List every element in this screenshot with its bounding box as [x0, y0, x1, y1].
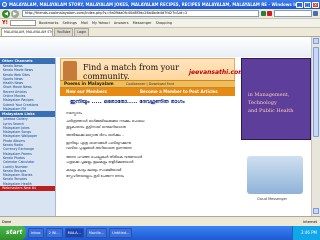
toolbar-answers[interactable]: Answers: [114, 21, 129, 25]
right-ad-line2: Technology: [248, 100, 277, 106]
tab-youtube[interactable]: YouTube: [54, 28, 74, 36]
toolbar-search-input[interactable]: [9, 20, 36, 26]
become-member-link[interactable]: Become a Member to Post Articles: [140, 89, 218, 94]
taskbar-item[interactable]: Untitled...: [109, 228, 133, 238]
forward-button[interactable]: ▶: [11, 9, 19, 18]
taskbar-item[interactable]: Inbox: [28, 228, 44, 238]
close-button[interactable]: ×: [312, 1, 319, 8]
stop-icon[interactable]: [267, 11, 272, 16]
poem-line: പതുക്കെ പൂക്കളും ഇലകളും തളിർക്കുമ്പോൾ: [66, 160, 134, 165]
toolbar-my-yahoo[interactable]: My Yahoo!: [92, 21, 110, 25]
right-column: in Management, Technology and Public Hea…: [241, 58, 311, 216]
toolbar-bookmarks[interactable]: Bookmarks: [39, 21, 59, 25]
taskbar-item[interactable]: 2 Wi...: [45, 228, 63, 238]
toolbar-mail[interactable]: Mail: [81, 21, 88, 25]
poem-line: അതിലേക്കു മറ്റൊരു ദിനം ഓർക്കും ..: [66, 132, 125, 137]
article-title: ഇനിയും ..... ഒരോരോ..... ദേവഗുണിത രാഗം: [70, 99, 185, 105]
banner-headline-line1: Find a match from your: [83, 63, 180, 72]
taskbar-item[interactable]: Mozilla...: [85, 228, 108, 238]
poem-line: കൂട്ടുകാരനും കൂട്ടിനായ് ഒന്നുമറിയാതെ: [66, 124, 127, 129]
banner-brand: jeevansathi.com: [189, 69, 245, 76]
tab-login[interactable]: Login: [74, 28, 90, 36]
right-ad-line1: in Management,: [248, 92, 290, 98]
nav-links-other: Kerala News Kerala Movie News Kerala Web…: [0, 64, 55, 111]
poem-line: നമസ്കാരം: [66, 111, 83, 115]
scroll-thumb[interactable]: [313, 47, 319, 137]
site-header: [0, 37, 311, 57]
poem-line: സ്നേഹിതരെല്ലാം കൂടി ചേരുന്ന നേരം: [66, 173, 125, 178]
nav-links-malayalam: Jukebox Gallery Lyrics Search Malayalam …: [0, 117, 55, 186]
right-ad-line3: and Public Health: [248, 108, 294, 114]
address-bar[interactable]: http://friends.coolmalayalam.com/index.p…: [22, 10, 259, 17]
toolbar-settings[interactable]: Settings: [62, 21, 76, 25]
left-nav: Other Channels Kerala News Kerala Movie …: [0, 58, 56, 216]
window-title: MALAYALAM, MALAYALAM STORY, MALAYALAM JO…: [9, 2, 296, 7]
new-members-link[interactable]: New our Members: [66, 89, 107, 94]
minimize-button[interactable]: _: [296, 1, 303, 8]
status-bar: Done Internet: [0, 216, 320, 226]
screen: { "window": { "title": "MALAYALAM, MALAY…: [0, 0, 320, 240]
tab-malayalam[interactable]: MALAYALAM, MALAYALAM STORY, MALAYALAM JO…: [1, 28, 53, 36]
banner-headline: Find a match from your community.: [83, 63, 179, 81]
member-bar: New our Members Become a Member to Post …: [60, 88, 235, 96]
tab-bar: MALAYALAM, MALAYALAM STORY, MALAYALAM JO…: [0, 28, 320, 37]
right-ad[interactable]: in Management, Technology and Public Hea…: [241, 58, 311, 140]
vertical-scrollbar[interactable]: [311, 37, 320, 216]
yahoo-toolbar: Y! Bookmarks Settings Mail My Yahoo! Ans…: [0, 19, 320, 28]
status-zone: Internet: [303, 219, 317, 224]
start-button[interactable]: start: [0, 226, 26, 240]
search-input[interactable]: [274, 10, 312, 17]
scroll-up-arrow[interactable]: [313, 38, 319, 44]
status-text: Done: [2, 219, 12, 224]
yahoo-logo[interactable]: Y!: [2, 20, 8, 26]
toolbar-messenger[interactable]: Messenger: [133, 21, 152, 25]
poem-line: വാടിയ പുഷ്പങ്ങൾ അറിയാതെ ഉണരുന്നു: [66, 146, 132, 151]
maximize-button[interactable]: □: [304, 1, 311, 8]
cloud-image[interactable]: [247, 156, 303, 194]
page-content: Other Channels Kerala News Kerala Movie …: [0, 37, 311, 216]
cloud-caption[interactable]: Cloud Messenger: [257, 197, 287, 201]
toolbar-shopping[interactable]: Shopping: [156, 21, 172, 25]
taskbar-item[interactable]: MALA...: [64, 228, 84, 238]
poems-bar: Poems in Malayalam Coolbanner | Download…: [60, 80, 235, 88]
scroll-down-arrow[interactable]: [313, 208, 319, 214]
visitor-counter: Webmasters New 64: [0, 186, 55, 192]
refresh-icon[interactable]: [261, 11, 266, 16]
address-row: ◀ ▶ http://friends.coolmalayalam.com/ind…: [0, 9, 320, 19]
clock: 3:46 PM: [300, 230, 317, 235]
back-button[interactable]: ◀: [2, 9, 10, 18]
poem-body: നമസ്കാരം ചരിത്രത്താൾ ഓർമ്മയിലെങ്ങോ നടക്ക…: [66, 111, 234, 191]
poems-links[interactable]: Coolbanner | Download Font: [126, 82, 174, 86]
search-icon[interactable]: [313, 11, 318, 16]
system-tray: 3:46 PM: [292, 226, 320, 240]
poems-title: Poems in Malayalam: [64, 82, 114, 87]
title-bar: MALAYALAM, MALAYALAM STORY, MALAYALAM JO…: [0, 0, 320, 9]
taskbar: start Inbox 2 Wi... MALA... Mozilla... U…: [0, 226, 320, 240]
